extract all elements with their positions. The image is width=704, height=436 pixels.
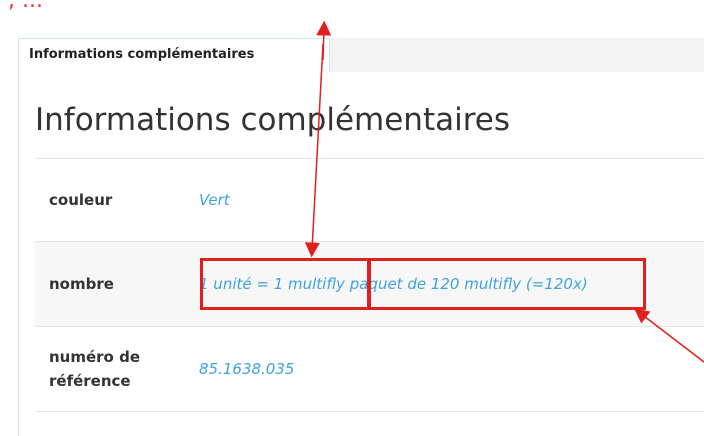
section-title: Informations complémentaires [35,102,510,138]
attribute-label: nombre [35,241,199,327]
highlight-box-unit [200,258,370,310]
cropped-annotation-text: , ... [0,0,704,38]
attribute-label: numéro de référence [35,326,199,412]
attribute-value-link[interactable]: 85.1638.035 [199,326,704,412]
attribute-label: couleur [35,158,199,242]
table-row: numéro de référence 85.1638.035 [35,326,704,412]
table-row: couleur Vert [35,158,704,242]
tab-panel: Informations complémentaires couleur Ver… [18,72,704,436]
attribute-value-link[interactable]: Vert [199,158,704,242]
tabs-bar: Informations complémentaires [18,38,704,73]
tab-informations-complementaires[interactable]: Informations complémentaires [18,38,330,72]
highlight-box-package [368,258,646,310]
annotation-fragment: , ... [8,0,43,13]
